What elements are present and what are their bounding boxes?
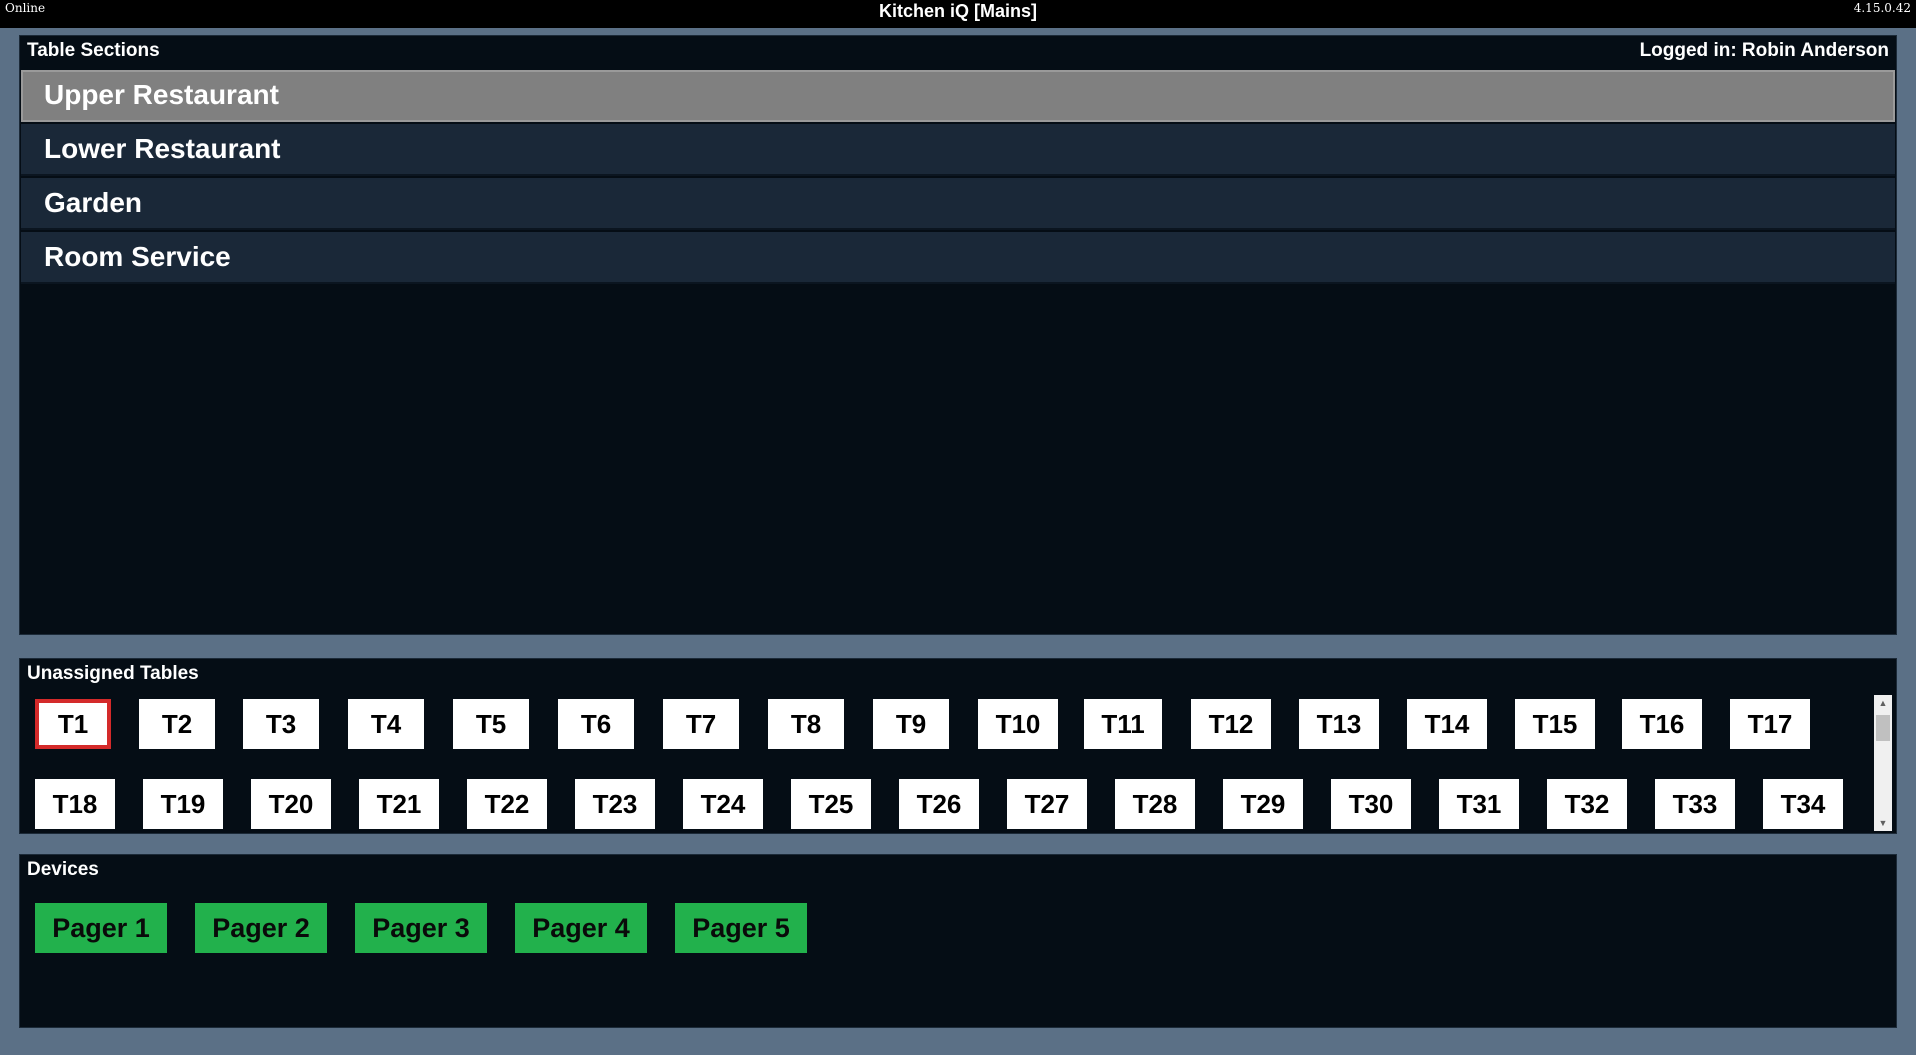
table-button-t4[interactable]: T4 (348, 699, 424, 749)
device-button-pager-2[interactable]: Pager 2 (195, 903, 327, 953)
section-item-garden[interactable]: Garden (21, 178, 1895, 230)
table-button-t11[interactable]: T11 (1084, 699, 1162, 749)
table-button-t12[interactable]: T12 (1191, 699, 1271, 749)
table-sections-header: Table Sections (27, 40, 160, 61)
table-button-t5[interactable]: T5 (453, 699, 529, 749)
device-button-pager-4[interactable]: Pager 4 (515, 903, 647, 953)
table-sections-panel: Table Sections Logged in: Robin Anderson… (19, 35, 1897, 635)
table-button-t33[interactable]: T33 (1655, 779, 1735, 829)
table-button-t29[interactable]: T29 (1223, 779, 1303, 829)
unassigned-tables-panel: Unassigned Tables T1 T2 T3 T4 T5 T6 T7 T8 T9 T10 T… (19, 658, 1897, 834)
table-button-t31[interactable]: T31 (1439, 779, 1519, 829)
title-bar: Online Kitchen iQ [Mains] 4.15.0.42 (0, 0, 1916, 28)
table-button-t17[interactable]: T17 (1730, 699, 1810, 749)
table-button-t30[interactable]: T30 (1331, 779, 1411, 829)
table-button-t32[interactable]: T32 (1547, 779, 1627, 829)
table-button-t34[interactable]: T34 (1763, 779, 1843, 829)
table-button-t7[interactable]: T7 (663, 699, 739, 749)
table-button-t23[interactable]: T23 (575, 779, 655, 829)
table-button-t26[interactable]: T26 (899, 779, 979, 829)
section-item-room-service[interactable]: Room Service (21, 232, 1895, 284)
table-button-t10[interactable]: T10 (978, 699, 1058, 749)
table-button-t6[interactable]: T6 (558, 699, 634, 749)
table-button-t3[interactable]: T3 (243, 699, 319, 749)
table-button-t25[interactable]: T25 (791, 779, 871, 829)
table-button-t24[interactable]: T24 (683, 779, 763, 829)
section-list: Upper Restaurant Lower Restaurant Garden… (21, 70, 1895, 286)
devices-header: Devices (27, 859, 99, 880)
table-button-t1[interactable]: T1 (35, 699, 111, 749)
device-button-pager-1[interactable]: Pager 1 (35, 903, 167, 953)
version-label: 4.15.0.42 (1853, 1, 1911, 15)
table-button-t22[interactable]: T22 (467, 779, 547, 829)
devices-panel: Devices Pager 1 Pager 2 Pager 3 Pager 4 Page… (19, 854, 1897, 1028)
device-button-pager-3[interactable]: Pager 3 (355, 903, 487, 953)
tables-grid: T1 T2 T3 T4 T5 T6 T7 T8 T9 T10 T11 T12 T13 T14 T15 T16 T… (20, 699, 1870, 833)
section-item-lower-restaurant[interactable]: Lower Restaurant (21, 124, 1895, 176)
table-button-t9[interactable]: T9 (873, 699, 949, 749)
table-button-t18[interactable]: T18 (35, 779, 115, 829)
table-button-t19[interactable]: T19 (143, 779, 223, 829)
table-button-t21[interactable]: T21 (359, 779, 439, 829)
table-button-t14[interactable]: T14 (1407, 699, 1487, 749)
scrollbar-thumb[interactable] (1876, 715, 1890, 741)
table-button-t27[interactable]: T27 (1007, 779, 1087, 829)
scroll-up-icon[interactable]: ▲ (1874, 695, 1892, 711)
device-button-pager-5[interactable]: Pager 5 (675, 903, 807, 953)
app-title: Kitchen iQ [Mains] (878, 1, 1037, 21)
tables-scrollbar[interactable]: ▲ ▼ (1874, 695, 1892, 831)
table-button-t8[interactable]: T8 (768, 699, 844, 749)
table-button-t16[interactable]: T16 (1622, 699, 1702, 749)
logged-in-user: Logged in: Robin Anderson (1639, 40, 1889, 61)
table-button-t28[interactable]: T28 (1115, 779, 1195, 829)
table-button-t15[interactable]: T15 (1515, 699, 1595, 749)
table-button-t13[interactable]: T13 (1299, 699, 1379, 749)
scroll-down-icon[interactable]: ▼ (1874, 815, 1892, 831)
table-button-t20[interactable]: T20 (251, 779, 331, 829)
section-item-upper-restaurant[interactable]: Upper Restaurant (21, 70, 1895, 122)
unassigned-tables-header: Unassigned Tables (27, 663, 199, 684)
table-button-t2[interactable]: T2 (139, 699, 215, 749)
